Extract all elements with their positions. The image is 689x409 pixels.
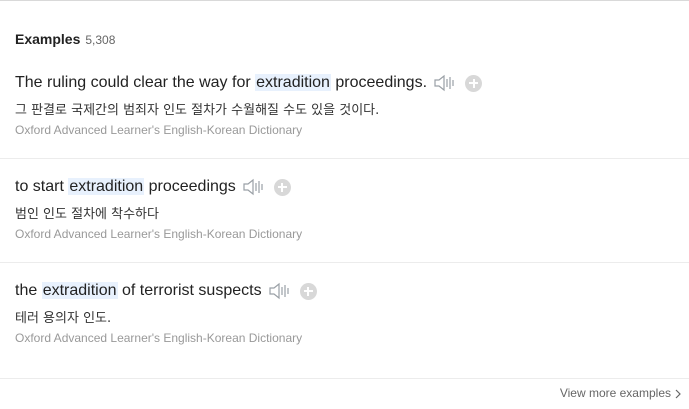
examples-header: Examples 5,308 <box>15 31 115 49</box>
sentence-text: the <box>15 282 42 299</box>
footer-divider <box>0 378 689 379</box>
chevron-right-icon <box>675 388 681 399</box>
top-divider <box>0 0 689 1</box>
add-to-wordbook-plus-icon[interactable] <box>299 282 317 300</box>
view-more-examples-link[interactable]: View more examples <box>560 386 681 400</box>
sentence-text: proceedings. <box>330 74 428 91</box>
view-more-label: View more examples <box>559 386 671 400</box>
example-divider <box>0 262 689 263</box>
example-sentence-row: The ruling could clear the way for extra… <box>15 72 689 94</box>
example-sentence[interactable]: The ruling could clear the way for extra… <box>15 74 427 92</box>
highlighted-term[interactable]: extradition <box>41 282 118 299</box>
example-source[interactable]: Oxford Advanced Learner's English-Korean… <box>15 227 689 242</box>
sentence-text: proceedings <box>144 178 236 195</box>
highlighted-term[interactable]: extradition <box>255 74 331 91</box>
speaker-icon[interactable] <box>268 281 294 301</box>
sentence-text: to start <box>15 178 69 195</box>
example-sentence[interactable]: the extradition of terrorist suspects <box>15 282 262 300</box>
speaker-icon[interactable] <box>242 177 268 197</box>
examples-title: Examples <box>15 31 81 47</box>
example-sentence-row: the extradition of terrorist suspects <box>15 280 689 302</box>
example-sentence[interactable]: to start extradition proceedings <box>15 178 236 196</box>
examples-count: 5,308 <box>85 33 116 47</box>
example-translation: 테러 용의자 인도. <box>15 311 112 326</box>
example-translation: 범인 인도 절차에 착수하다 <box>15 207 159 222</box>
example-source[interactable]: Oxford Advanced Learner's English-Korean… <box>15 331 689 346</box>
example-sentence-row: to start extradition proceedings <box>15 176 689 198</box>
add-to-wordbook-plus-icon[interactable] <box>465 74 483 92</box>
sentence-text: The ruling could clear the way for <box>15 74 256 91</box>
example-divider <box>0 158 689 159</box>
sentence-text: of terrorist suspects <box>117 282 262 299</box>
example-source[interactable]: Oxford Advanced Learner's English-Korean… <box>15 123 689 138</box>
speaker-icon[interactable] <box>433 73 459 93</box>
example-item: The ruling could clear the way for extra… <box>15 72 689 138</box>
example-item: to start extradition proceedings 범인 인도 절… <box>15 176 689 242</box>
example-translation: 그 판결로 국제간의 범죄자 인도 절차가 수월해질 수도 있을 것이다. <box>15 103 380 118</box>
add-to-wordbook-plus-icon[interactable] <box>273 178 291 196</box>
highlighted-term[interactable]: extradition <box>68 178 145 195</box>
example-item: the extradition of terrorist suspects 테러… <box>15 280 689 346</box>
